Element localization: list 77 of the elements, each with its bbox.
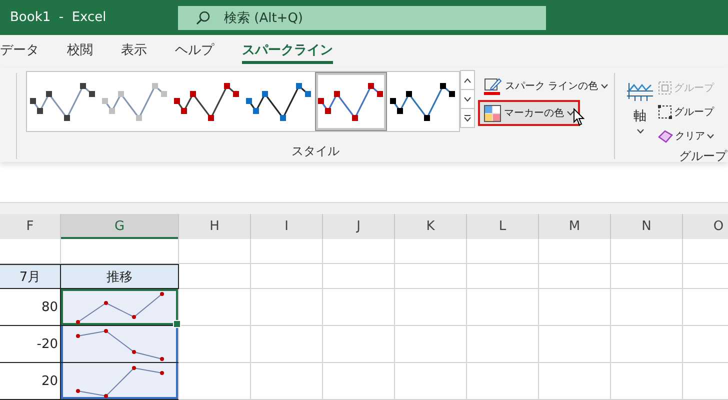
window-title: Book1 - Excel: [9, 10, 108, 25]
marker-color-icon: [484, 104, 501, 122]
column-header[interactable]: K: [395, 214, 467, 239]
table-cell: 推移: [61, 264, 179, 289]
empty-cell[interactable]: [323, 326, 395, 363]
empty-cell[interactable]: [323, 363, 395, 400]
ungroup-icon: [658, 105, 672, 119]
column-header[interactable]: O: [683, 214, 728, 239]
column-header[interactable]: J: [323, 214, 395, 239]
empty-cell[interactable]: [251, 264, 323, 289]
ribbon-tab[interactable]: ヘルプ: [175, 35, 214, 64]
empty-cell[interactable]: [395, 239, 467, 264]
caret-icon: [567, 110, 574, 116]
empty-cell[interactable]: [539, 289, 611, 326]
group-label: グループ: [679, 148, 727, 164]
empty-cell[interactable]: [611, 289, 683, 326]
ribbon-tab[interactable]: 校閲: [67, 35, 93, 64]
ribbon-tab[interactable]: データ: [0, 35, 39, 64]
empty-cell[interactable]: [251, 326, 323, 363]
empty-cell[interactable]: [179, 239, 251, 264]
fill-handle[interactable]: [173, 320, 181, 328]
empty-cell[interactable]: [395, 264, 467, 289]
column-header[interactable]: M: [539, 214, 611, 239]
column-header[interactable]: L: [467, 214, 539, 239]
caret-icon: [636, 129, 644, 134]
search-field[interactable]: 検索 (Alt+Q): [178, 6, 546, 30]
ribbon-tab[interactable]: 表示: [121, 35, 147, 64]
search-placeholder: 検索 (Alt+Q): [224, 10, 304, 26]
empty-cell[interactable]: [323, 264, 395, 289]
search-icon: [196, 10, 210, 24]
pen-icon: [484, 77, 502, 95]
empty-cell[interactable]: [395, 363, 467, 400]
empty-cell[interactable]: [467, 326, 539, 363]
marker-color-button[interactable]: マーカーの色: [478, 100, 580, 126]
chevron-down-icon: [464, 96, 471, 102]
empty-cell[interactable]: [395, 289, 467, 326]
empty-cell[interactable]: [467, 239, 539, 264]
empty-cell[interactable]: [539, 326, 611, 363]
column-header[interactable]: G: [61, 214, 179, 239]
empty-cell[interactable]: [251, 239, 323, 264]
column-header[interactable]: I: [251, 214, 323, 239]
ungroup-button[interactable]: グループ: [658, 100, 714, 124]
column-header[interactable]: F: [0, 214, 61, 239]
empty-cell[interactable]: [251, 363, 323, 400]
empty-cell[interactable]: [323, 239, 395, 264]
empty-cell[interactable]: [467, 289, 539, 326]
empty-cell[interactable]: [467, 264, 539, 289]
empty-cell[interactable]: [611, 363, 683, 400]
clear-button[interactable]: クリア: [658, 124, 714, 148]
caret-icon: [707, 134, 714, 138]
expand-icon: [464, 114, 471, 122]
empty-cell[interactable]: [395, 326, 467, 363]
column-header[interactable]: H: [179, 214, 251, 239]
mouse-cursor-icon: [573, 108, 585, 126]
empty-cell[interactable]: [611, 239, 683, 264]
sparkline-style-option[interactable]: [315, 72, 387, 131]
group-label: スタイル: [292, 143, 340, 159]
scroll-down-button[interactable]: [460, 89, 475, 109]
table-cell: 7月: [0, 264, 61, 289]
empty-cell[interactable]: [467, 363, 539, 400]
more-styles-button[interactable]: [460, 108, 475, 128]
chevron-up-icon: [464, 78, 471, 82]
ribbon-tab[interactable]: スパークライン: [242, 35, 333, 64]
scroll-up-button[interactable]: [460, 70, 475, 90]
group-icon: [658, 81, 672, 95]
empty-cell[interactable]: [539, 264, 611, 289]
empty-cell[interactable]: [323, 289, 395, 326]
column-header[interactable]: N: [611, 214, 683, 239]
empty-cell[interactable]: [611, 326, 683, 363]
empty-cell[interactable]: [251, 289, 323, 326]
eraser-icon: [658, 130, 673, 142]
empty-cell[interactable]: [539, 239, 611, 264]
empty-cell[interactable]: [539, 363, 611, 400]
caret-icon: [601, 84, 608, 88]
axis-button[interactable]: 軸: [627, 79, 653, 148]
empty-cell[interactable]: [611, 264, 683, 289]
line-color-button[interactable]: スパーク ラインの色: [478, 73, 614, 99]
